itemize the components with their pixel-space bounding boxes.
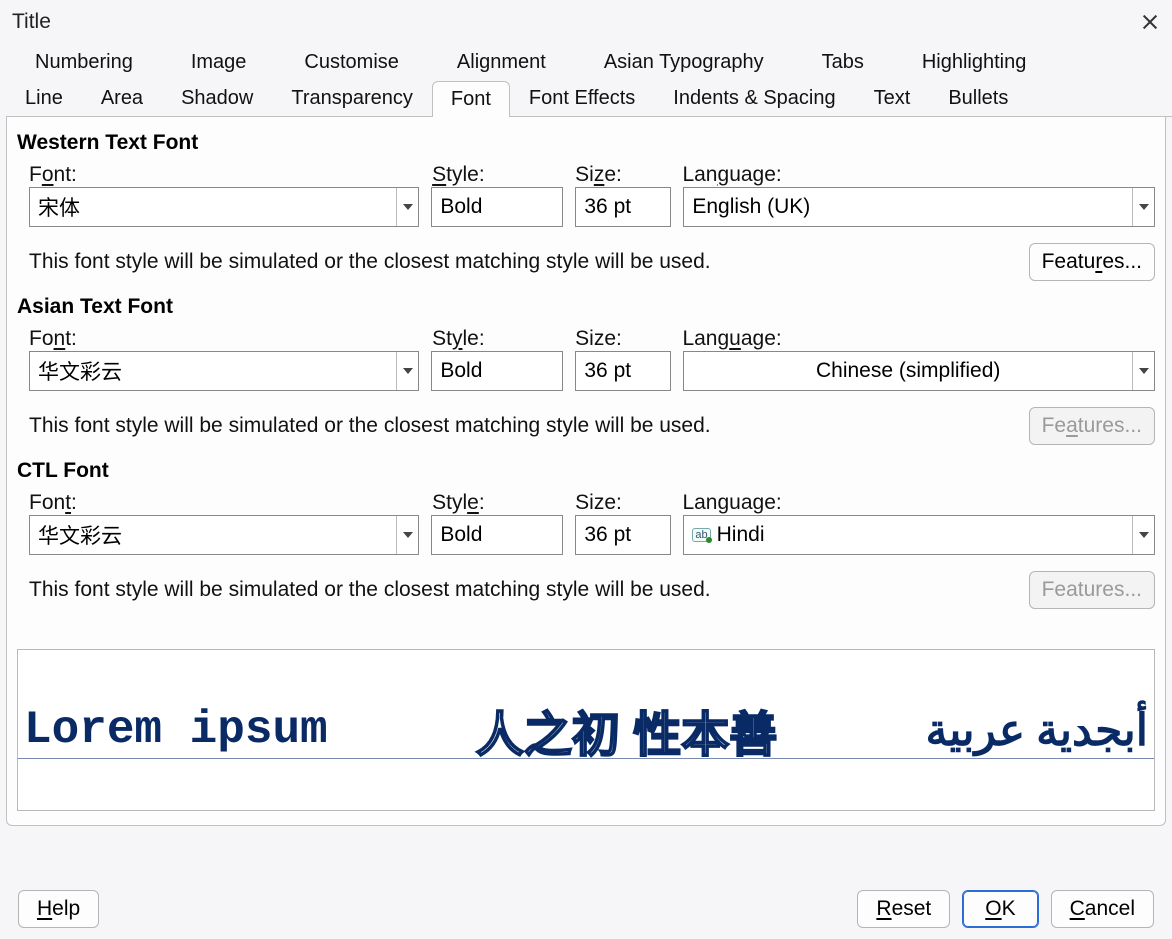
tab-highlighting[interactable]: Highlighting	[893, 44, 1056, 80]
ctl-lang-combo[interactable]: ab Hindi	[683, 515, 1155, 555]
tab-numbering[interactable]: Numbering	[6, 44, 162, 80]
preview-western: Lorem ipsum	[24, 704, 328, 756]
ctl-note: This font style will be simulated or the…	[29, 578, 1009, 602]
label-font-asian: Font:	[29, 327, 420, 351]
asian-size-combo[interactable]	[575, 351, 671, 391]
tab-area[interactable]: Area	[82, 80, 162, 116]
tab-text[interactable]: Text	[855, 80, 930, 116]
asian-features-button: Features...	[1029, 407, 1155, 445]
label-style-asian: Style:	[432, 327, 563, 351]
tab-row-1: Numbering Image Customise Alignment Asia…	[6, 44, 1172, 80]
font-preview: Lorem ipsum 人之初 性本善 أبجدية عربية	[17, 649, 1155, 811]
western-font-combo[interactable]	[29, 187, 419, 227]
ctl-font-combo[interactable]	[29, 515, 419, 555]
label-font-western: Font:	[29, 163, 420, 187]
label-size-asian: Size:	[575, 327, 670, 351]
western-note: This font style will be simulated or the…	[29, 250, 1009, 274]
chevron-down-icon[interactable]	[396, 516, 418, 554]
preview-asian: 人之初 性本善	[476, 695, 777, 765]
tab-bullets[interactable]: Bullets	[929, 80, 1027, 116]
label-size-western: Size:	[575, 163, 670, 187]
ctl-lang-text: Hindi	[717, 523, 765, 547]
reset-button[interactable]: Reset	[857, 890, 950, 928]
tab-image[interactable]: Image	[162, 44, 276, 80]
asian-style-combo[interactable]	[431, 351, 563, 391]
label-lang-western: Language:	[682, 163, 1155, 187]
chevron-down-icon[interactable]	[396, 188, 418, 226]
tab-row-2: Line Area Shadow Transparency Font Font …	[6, 80, 1172, 117]
tab-tabs[interactable]: Tabs	[793, 44, 893, 80]
western-lang-combo[interactable]: English (UK)	[683, 187, 1155, 227]
help-button[interactable]: Help	[18, 890, 99, 928]
chevron-down-icon[interactable]	[1132, 188, 1154, 226]
label-font-ctl: Font:	[29, 491, 420, 515]
section-asian-title: Asian Text Font	[17, 295, 1155, 319]
western-style-combo[interactable]	[431, 187, 563, 227]
ctl-style-combo[interactable]	[431, 515, 563, 555]
tab-indents-spacing[interactable]: Indents & Spacing	[654, 80, 854, 116]
label-size-ctl: Size:	[575, 491, 670, 515]
tab-strip: Numbering Image Customise Alignment Asia…	[0, 44, 1172, 117]
dialog-footer: Help Reset OK Cancel	[0, 879, 1172, 939]
western-font-input[interactable]	[30, 188, 396, 226]
ctl-lang-value: ab Hindi	[684, 516, 1132, 554]
tab-alignment[interactable]: Alignment	[428, 44, 575, 80]
ctl-size-combo[interactable]	[575, 515, 671, 555]
titlebar: Title	[0, 0, 1172, 44]
label-lang-ctl: Language:	[682, 491, 1155, 515]
close-icon[interactable]	[1140, 12, 1160, 32]
section-western-title: Western Text Font	[17, 131, 1155, 155]
western-features-button[interactable]: Features...	[1029, 243, 1155, 281]
tab-line[interactable]: Line	[6, 80, 82, 116]
font-panel: Western Text Font Font: Style: Size: Lan…	[6, 117, 1166, 826]
cancel-button[interactable]: Cancel	[1051, 890, 1154, 928]
label-style-western: Style:	[432, 163, 563, 187]
label-lang-asian: Language:	[682, 327, 1155, 351]
ctl-font-input[interactable]	[30, 516, 396, 554]
spellcheck-icon: ab	[692, 528, 710, 542]
ok-button[interactable]: OK	[962, 890, 1038, 928]
chevron-down-icon[interactable]	[396, 352, 418, 390]
ctl-features-button: Features...	[1029, 571, 1155, 609]
tab-transparency[interactable]: Transparency	[272, 80, 432, 116]
asian-lang-combo[interactable]: Chinese (simplified)	[683, 351, 1155, 391]
asian-note: This font style will be simulated or the…	[29, 414, 1009, 438]
western-size-combo[interactable]	[575, 187, 671, 227]
tab-shadow[interactable]: Shadow	[162, 80, 272, 116]
asian-lang-value: Chinese (simplified)	[684, 352, 1132, 390]
asian-font-combo[interactable]	[29, 351, 419, 391]
chevron-down-icon[interactable]	[1132, 352, 1154, 390]
section-ctl-title: CTL Font	[17, 459, 1155, 483]
label-style-ctl: Style:	[432, 491, 563, 515]
window-title: Title	[12, 10, 51, 34]
preview-ctl: أبجدية عربية	[926, 705, 1148, 756]
tab-asian-typography[interactable]: Asian Typography	[575, 44, 793, 80]
western-lang-value: English (UK)	[684, 188, 1132, 226]
asian-font-input[interactable]	[30, 352, 396, 390]
chevron-down-icon[interactable]	[1132, 516, 1154, 554]
tab-font-effects[interactable]: Font Effects	[510, 80, 654, 116]
tab-font[interactable]: Font	[432, 81, 510, 117]
tab-customise[interactable]: Customise	[275, 44, 427, 80]
